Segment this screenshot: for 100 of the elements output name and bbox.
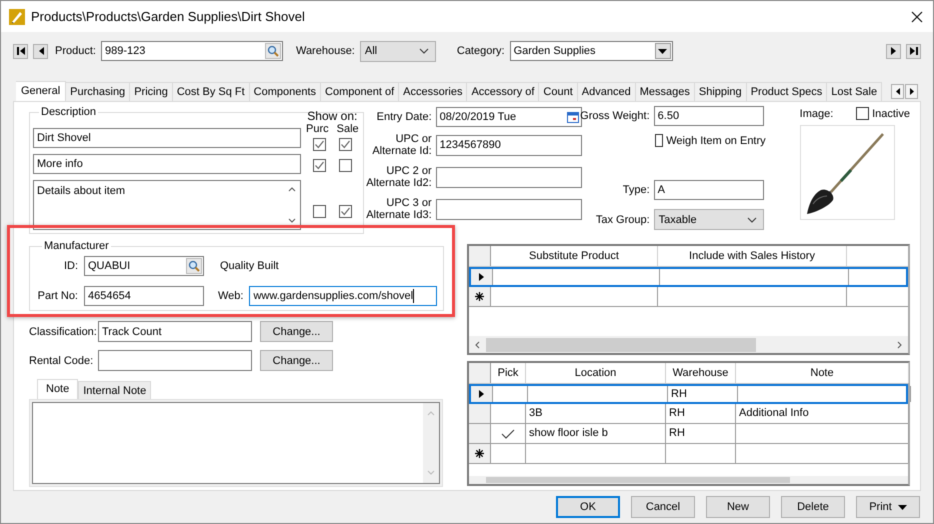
tax-group-dropdown[interactable]: Taxable [654, 209, 764, 230]
first-button[interactable] [13, 44, 28, 58]
previous-icon [38, 47, 44, 55]
scroll-right-icon [897, 340, 902, 349]
search-button[interactable] [186, 258, 202, 274]
details-field[interactable]: Details about item [33, 180, 301, 230]
description-field[interactable]: More info [33, 154, 301, 174]
next-icon [890, 47, 896, 55]
tab[interactable]: Internal Note [78, 381, 152, 399]
text-field[interactable]: 1234567890 [436, 134, 582, 156]
table-cell: RH [666, 404, 736, 424]
next-button[interactable] [886, 44, 901, 58]
column-header[interactable]: Warehouse [666, 363, 736, 384]
product-field[interactable]: 989-123 [100, 41, 283, 61]
table-row[interactable]: show floor isle b RH [469, 424, 908, 444]
first-icon [16, 47, 24, 55]
scroll-down-icon [288, 218, 296, 223]
checkbox[interactable] [856, 107, 870, 120]
change-button[interactable]: Change... [260, 350, 333, 371]
window-title: Products\Products\Garden Supplies\Dirt Shovel [31, 9, 306, 24]
table-cell: show floor isle b [526, 424, 666, 444]
previous-button[interactable] [33, 44, 48, 58]
calendar-icon[interactable] [566, 112, 579, 122]
scrollbar-thumb[interactable] [486, 338, 756, 352]
last-button[interactable] [906, 44, 921, 58]
caret-icon [658, 48, 668, 54]
field-label: UPC 3 or Alternate Id3: [366, 197, 432, 221]
scroll-up-icon [427, 411, 435, 416]
text-field[interactable] [436, 198, 582, 220]
field-label: Entry Date: [376, 111, 432, 123]
field-label: Part No: [36, 290, 78, 302]
column-label: Sale [336, 123, 359, 135]
column-header[interactable]: Location [526, 363, 666, 384]
checkbox-label: Weigh Item on Entry [666, 134, 766, 146]
text-field[interactable]: A [654, 180, 764, 200]
checkbox[interactable] [312, 205, 326, 218]
table-row[interactable]: RH [469, 384, 908, 404]
dialog-button[interactable]: Print [856, 496, 920, 518]
column-header[interactable]: Note [736, 363, 909, 384]
scrollbar-thumb[interactable] [486, 477, 790, 483]
column-header[interactable]: Substitute Product [491, 246, 658, 266]
note-field[interactable] [32, 402, 440, 484]
checkbox[interactable] [338, 138, 352, 151]
category-label: Category: [456, 45, 505, 57]
group-title: Description [40, 106, 98, 118]
row-header[interactable] [469, 444, 491, 464]
date-field[interactable]: 08/20/2019 Tue [436, 107, 582, 127]
new-row-icon [475, 292, 484, 301]
rental-code-field[interactable] [98, 350, 252, 371]
part-number-field[interactable]: 4654654 [84, 286, 204, 306]
checkbox[interactable] [312, 159, 326, 172]
row-header[interactable] [469, 287, 491, 306]
field-label: UPC or Alternate Id: [371, 133, 432, 157]
tab[interactable]: General [16, 81, 66, 101]
web-field[interactable]: www.gardensupplies.com/shovel [249, 286, 438, 306]
dialog-button[interactable]: Cancel [631, 496, 695, 518]
field-label: ID: [62, 260, 78, 272]
warehouse-dropdown[interactable]: All [360, 40, 436, 62]
image-label: Image: [800, 108, 834, 120]
checkbox[interactable] [338, 159, 352, 172]
left-arrow-icon [896, 88, 900, 95]
checkbox[interactable] [338, 205, 352, 218]
dialog-button[interactable]: OK [556, 496, 620, 518]
table-row[interactable] [469, 267, 908, 287]
dialog-button[interactable]: Delete [781, 496, 845, 518]
text-field[interactable] [436, 166, 582, 188]
close-icon[interactable] [911, 10, 923, 22]
row-header[interactable] [471, 269, 493, 285]
manufacturer-id-field[interactable]: QUABUI [84, 256, 204, 276]
new-row-icon [475, 449, 484, 458]
category-dropdown[interactable]: Garden Supplies [510, 41, 673, 61]
checkbox[interactable] [654, 134, 664, 147]
field-label: UPC 2 or Alternate Id2: [366, 165, 432, 189]
tab[interactable]: Lost Sale [826, 82, 882, 101]
checkbox[interactable] [312, 138, 326, 151]
description-field[interactable]: Dirt Shovel [33, 128, 301, 148]
check-icon[interactable] [501, 428, 515, 439]
row-header[interactable] [471, 386, 493, 402]
field-label: Rental Code: [29, 354, 92, 366]
table-row[interactable]: 3B RH Additional Info [469, 404, 908, 424]
column-header[interactable]: Pick [491, 363, 526, 384]
search-icon [266, 45, 279, 57]
change-button[interactable]: Change... [260, 321, 333, 342]
table-cell: RH [666, 424, 736, 444]
column-header[interactable]: Include with Sales History [658, 246, 847, 266]
scroll-left-button[interactable] [891, 84, 904, 99]
chevron-icon [418, 48, 429, 54]
product-label: Product: [55, 45, 96, 57]
row-header [469, 363, 491, 384]
table-cell: RH [668, 386, 738, 402]
scroll-left-icon [475, 340, 480, 349]
field-label: Gross Weight: [580, 110, 650, 122]
dialog-button[interactable]: New [706, 496, 770, 518]
scroll-up-icon [288, 187, 296, 192]
field-label: Type: [622, 184, 650, 196]
search-button[interactable] [264, 43, 281, 59]
text-field[interactable]: 6.50 [654, 106, 764, 126]
classification-field[interactable]: Track Count [98, 321, 252, 342]
scroll-right-button[interactable] [905, 84, 918, 99]
tab[interactable]: Note [37, 379, 78, 399]
